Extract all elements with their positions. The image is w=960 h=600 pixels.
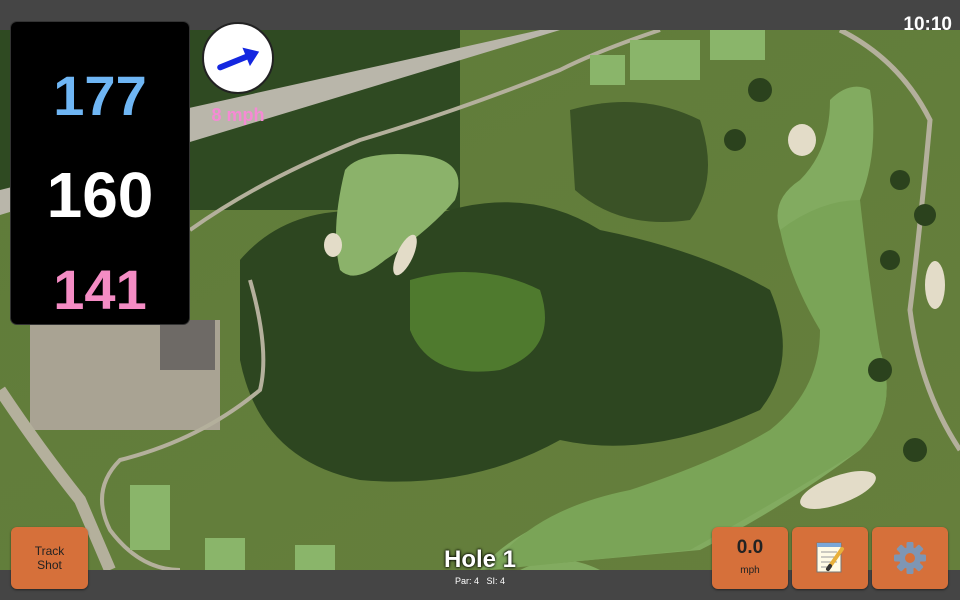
tee-box — [630, 40, 700, 80]
notes-button[interactable] — [792, 527, 868, 589]
bunker — [925, 261, 945, 309]
settings-button[interactable] — [872, 527, 948, 589]
wind-direction-arrow-icon — [217, 47, 260, 71]
par-label: Par: 4 — [454, 576, 479, 586]
wind-indicator — [202, 22, 274, 94]
track-shot-label-line1: Track — [34, 544, 65, 558]
building-roof — [160, 320, 215, 370]
tee-box — [295, 545, 335, 570]
hole-title: Hole 1 — [443, 546, 517, 573]
wind-speed-label: 8 mph — [211, 105, 265, 125]
track-shot-button[interactable]: Track Shot — [11, 527, 88, 589]
track-shot-label-line2: Shot — [37, 558, 62, 572]
clearing — [410, 272, 545, 372]
tee-box — [590, 55, 625, 85]
tee-box — [205, 538, 245, 570]
gear-icon — [894, 542, 926, 574]
distance-back: 177 — [53, 64, 147, 127]
tee-box — [710, 30, 765, 60]
hole-info: Par: 4 SI: 4 — [420, 577, 540, 586]
tee-box — [130, 485, 170, 550]
tree — [868, 358, 892, 382]
bunker — [788, 124, 816, 156]
distance-front: 141 — [53, 258, 147, 321]
tree — [748, 78, 772, 102]
speed-value: 0.0 — [736, 537, 764, 558]
tree — [890, 170, 910, 190]
speed-button[interactable]: 0.0 mph — [712, 527, 788, 589]
tree — [880, 250, 900, 270]
tree — [724, 129, 746, 151]
si-label: SI: 4 — [486, 576, 506, 586]
distance-panel: 177 160 141 — [11, 22, 189, 324]
tree — [914, 204, 936, 226]
clock: 10:10 — [903, 14, 952, 35]
notepad-icon — [816, 542, 844, 573]
tree — [903, 438, 927, 462]
speed-unit: mph — [740, 565, 760, 576]
bunker — [324, 233, 342, 257]
distance-middle: 160 — [46, 159, 154, 231]
